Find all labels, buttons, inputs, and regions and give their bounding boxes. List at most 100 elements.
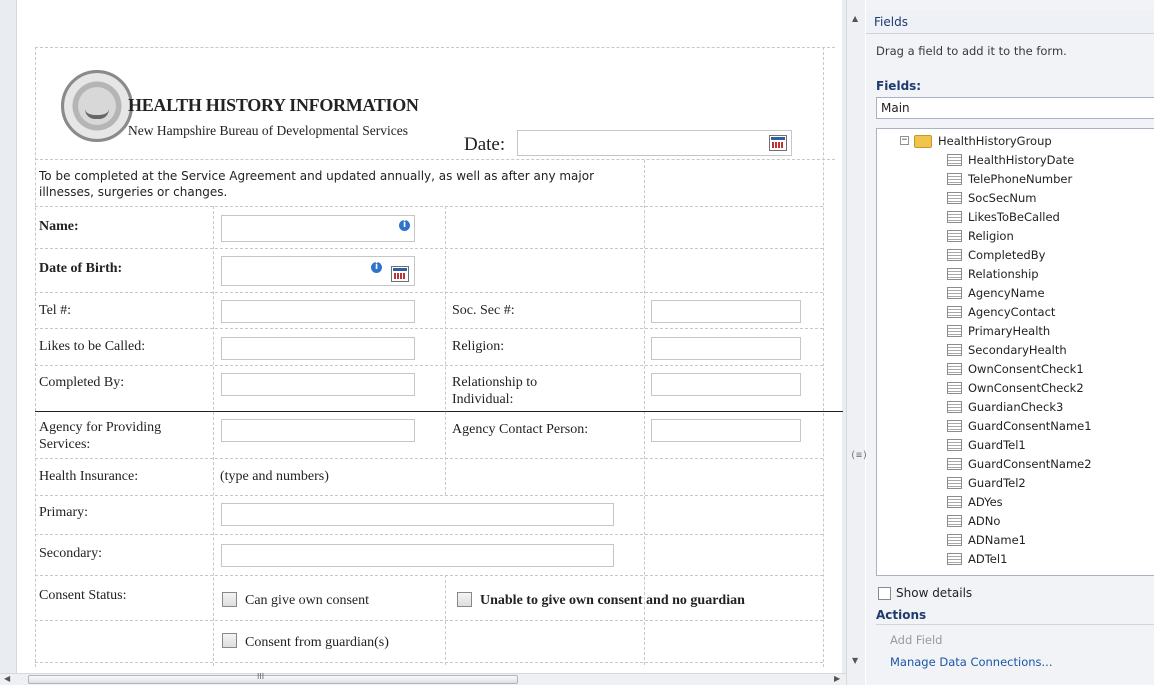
own-consent-checkbox[interactable] [222, 592, 237, 607]
field-icon [947, 154, 962, 166]
field-icon [947, 363, 962, 375]
scroll-down-arrow-icon[interactable]: ▼ [852, 656, 858, 665]
agency-label: Agency for Providing Services: [39, 420, 162, 452]
row-divider [35, 248, 823, 249]
info-icon[interactable]: i [371, 262, 382, 273]
tree-field-node[interactable]: ADTel1 [947, 550, 1147, 569]
scroll-left-arrow-icon[interactable]: ◀ [4, 674, 10, 683]
collapse-toggle-icon[interactable]: − [900, 136, 909, 145]
tree-group-node[interactable]: − HealthHistoryGroup [900, 132, 1140, 151]
dob-calendar-icon[interactable] [391, 266, 409, 282]
tree-field-label: TelePhoneNumber [968, 172, 1073, 186]
tree-field-node[interactable]: AgencyName [947, 284, 1147, 303]
tree-field-node[interactable]: Religion [947, 227, 1147, 246]
instructions-divider [644, 160, 645, 665]
column-divider [213, 206, 214, 666]
tree-field-node[interactable]: PrimaryHealth [947, 322, 1147, 341]
guardian-consent-checkbox[interactable] [222, 633, 237, 648]
secondary-input[interactable] [221, 544, 614, 567]
relationship-input[interactable] [651, 373, 801, 396]
horizontal-scrollbar[interactable]: ◀ III ▶ [0, 672, 846, 685]
tree-field-label: Relationship [968, 267, 1039, 281]
show-details-checkbox[interactable] [878, 587, 891, 600]
form-title: HEALTH HISTORY INFORMATION [128, 95, 419, 115]
manage-data-connections-link[interactable]: Manage Data Connections... [890, 655, 1052, 669]
tree-field-node[interactable]: GuardConsentName2 [947, 455, 1147, 474]
info-icon[interactable]: i [399, 220, 410, 231]
tree-field-node[interactable]: GuardTel2 [947, 474, 1147, 493]
header-bottom-border [35, 159, 835, 160]
tree-field-node[interactable]: ADName1 [947, 531, 1147, 550]
tree-field-label: GuardConsentName1 [968, 419, 1092, 433]
tree-field-label: ADTel1 [968, 552, 1008, 566]
tree-field-node[interactable]: OwnConsentCheck2 [947, 379, 1147, 398]
name-input[interactable] [221, 215, 415, 242]
header-right-border [823, 47, 824, 667]
likes-input[interactable] [221, 337, 415, 360]
primary-input[interactable] [221, 503, 614, 526]
agency-contact-input[interactable] [651, 419, 801, 442]
tree-field-node[interactable]: HealthHistoryDate [947, 151, 1147, 170]
actions-heading: Actions [876, 608, 927, 622]
religion-input[interactable] [651, 337, 801, 360]
field-icon [947, 268, 962, 280]
tree-field-label: ADNo [968, 514, 1001, 528]
tree-field-node[interactable]: GuardianCheck3 [947, 398, 1147, 417]
row-divider [35, 662, 823, 663]
tree-field-node[interactable]: TelePhoneNumber [947, 170, 1147, 189]
horizontal-scroll-thumb[interactable]: III [28, 672, 518, 684]
field-icon [947, 344, 962, 356]
completed-by-input[interactable] [221, 373, 415, 396]
folder-icon [914, 135, 932, 148]
state-seal-logo [61, 70, 133, 142]
tree-field-node[interactable]: ADYes [947, 493, 1147, 512]
row-divider [35, 620, 823, 621]
scroll-thumb-grip-icon: III [257, 672, 265, 681]
health-insurance-label: Health Insurance: [39, 469, 139, 484]
tel-input[interactable] [221, 300, 415, 323]
tree-field-label: GuardTel2 [968, 476, 1026, 490]
tree-field-node[interactable]: SocSecNum [947, 189, 1147, 208]
row-divider [35, 206, 823, 207]
field-icon [947, 420, 962, 432]
name-label: Name: [39, 219, 79, 234]
scroll-right-arrow-icon[interactable]: ▶ [834, 674, 840, 683]
agency-input[interactable] [221, 419, 415, 442]
unable-consent-label: Unable to give own consent and no guardi… [480, 593, 745, 608]
field-tree[interactable]: − HealthHistoryGroup HealthHistoryDate Te… [876, 128, 1154, 576]
tree-field-node[interactable]: OwnConsentCheck1 [947, 360, 1147, 379]
field-icon [947, 458, 962, 470]
date-calendar-icon[interactable] [769, 135, 787, 151]
field-icon [947, 173, 962, 185]
tree-field-node[interactable]: SecondaryHealth [947, 341, 1147, 360]
header-left-border [35, 47, 36, 667]
field-icon [947, 515, 962, 527]
pane-title: Fields [874, 15, 908, 29]
data-source-select[interactable]: Main [876, 97, 1154, 119]
ssn-input[interactable] [651, 300, 801, 323]
unable-consent-checkbox[interactable] [457, 592, 472, 607]
tree-field-node[interactable]: GuardConsentName1 [947, 417, 1147, 436]
add-field-link[interactable]: Add Field [890, 633, 942, 647]
tree-field-node[interactable]: AgencyContact [947, 303, 1147, 322]
field-icon [947, 249, 962, 261]
field-icon [947, 382, 962, 394]
field-icon [947, 553, 962, 565]
section-divider [35, 411, 843, 412]
actions-divider [876, 624, 1154, 625]
tree-field-node[interactable]: Relationship [947, 265, 1147, 284]
field-icon [947, 287, 962, 299]
tree-field-node[interactable]: CompletedBy [947, 246, 1147, 265]
form-design-canvas: HEALTH HISTORY INFORMATION New Hampshire… [0, 0, 846, 673]
instructions-text: To be completed at the Service Agreement… [39, 169, 595, 199]
tree-group-label: HealthHistoryGroup [938, 134, 1052, 148]
vertical-scrollbar[interactable]: ▲ (≡) ▼ [846, 0, 868, 685]
tree-field-label: AgencyContact [968, 305, 1056, 319]
tree-field-node[interactable]: GuardTel1 [947, 436, 1147, 455]
tree-field-node[interactable]: ADNo [947, 512, 1147, 531]
scroll-up-arrow-icon[interactable]: ▲ [852, 14, 858, 23]
dob-input[interactable] [221, 256, 415, 286]
tree-field-node[interactable]: LikesToBeCalled [947, 208, 1147, 227]
agency-contact-label: Agency Contact Person: [452, 422, 589, 437]
date-field[interactable] [517, 130, 792, 156]
